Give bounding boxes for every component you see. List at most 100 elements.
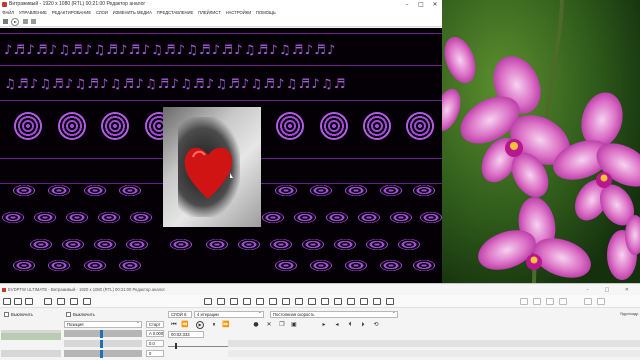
checkbox[interactable] [4, 312, 9, 318]
flip-icon[interactable] [584, 298, 592, 305]
checkbox-label: Выключить [11, 312, 33, 317]
layer-visible-checkbox[interactable]: Выключить [66, 311, 95, 318]
track-handle[interactable] [100, 330, 103, 338]
track-slider[interactable] [64, 340, 142, 347]
time-slider-handle[interactable] [175, 343, 177, 349]
ring-decoration [130, 212, 152, 223]
layer-name-field[interactable]: СЛОЙ 6 [168, 311, 192, 318]
ring-decoration [48, 260, 70, 271]
record-icon[interactable] [31, 19, 36, 24]
menu-edit[interactable]: РЕДАКТИРОВАНИЕ [49, 9, 93, 16]
maximize-button[interactable]: □ [414, 0, 428, 9]
grid-icon[interactable] [347, 298, 355, 305]
close-button[interactable]: ✕ [428, 0, 442, 9]
layers-icon[interactable] [57, 298, 65, 305]
transition-icon[interactable] [360, 298, 368, 305]
ring-decoration [98, 212, 120, 223]
rotate-icon[interactable] [597, 298, 605, 305]
step-icon[interactable] [23, 19, 28, 24]
last-icon[interactable]: ⏵ [359, 321, 367, 329]
menu-control[interactable]: УПРАВЛЕНИЕ [16, 9, 49, 16]
align-right-icon[interactable] [546, 298, 554, 305]
mask-icon[interactable] [282, 298, 290, 305]
gear-icon[interactable] [334, 298, 342, 305]
start-field[interactable]: Старт [146, 321, 164, 328]
editor-window-controls[interactable]: – □ ✕ [586, 285, 636, 295]
align-center-icon[interactable] [533, 298, 541, 305]
add-image-icon[interactable] [217, 298, 225, 305]
prev-icon[interactable]: ◂ [333, 321, 341, 329]
menu-help[interactable]: ПОМОЩЬ [254, 9, 278, 16]
effects-icon[interactable] [269, 298, 277, 305]
first-icon[interactable]: ⏴ [346, 321, 354, 329]
ring-decoration [390, 212, 412, 223]
menu-file[interactable]: ФАЙЛ [0, 9, 16, 16]
camera-icon[interactable] [204, 298, 212, 305]
brush-icon[interactable] [386, 298, 394, 305]
menu-layers[interactable]: СЛОИ [94, 9, 111, 16]
pause-icon[interactable]: ⏸ [210, 321, 218, 329]
audio-icon[interactable] [295, 298, 303, 305]
shape-icon[interactable] [256, 298, 264, 305]
distribute-icon[interactable] [559, 298, 567, 305]
align-left-icon[interactable] [520, 298, 528, 305]
ring-decoration [276, 112, 304, 140]
ring-decoration [294, 212, 316, 223]
time-slider-track[interactable] [168, 346, 228, 347]
orchid-photo-graphic [442, 0, 640, 283]
next-key-icon[interactable]: ▸ [320, 321, 328, 329]
ring-decoration [398, 239, 420, 250]
ring-decoration [406, 112, 434, 140]
step-back-icon[interactable]: ⏪ [181, 321, 189, 329]
property-dropdown[interactable]: Позиция [64, 321, 142, 328]
menu-change-media[interactable]: ИЗМЕНИТЬ МЕДИА [110, 9, 154, 16]
minimize-button[interactable]: – [400, 0, 414, 9]
track-slider[interactable] [64, 350, 142, 357]
ring-decoration [420, 212, 442, 223]
timeline-strip[interactable] [228, 340, 640, 347]
skip-back-icon[interactable]: ⏮ [170, 321, 178, 329]
paste-icon[interactable]: ▣ [290, 321, 298, 329]
track-handle[interactable] [100, 350, 103, 358]
import-icon[interactable] [44, 298, 52, 305]
iterations-dropdown[interactable]: 4 итерации [194, 311, 264, 318]
track-handle[interactable] [100, 340, 103, 348]
timer-icon[interactable] [373, 298, 381, 305]
music-notes-row: ♫♬♪♫♬♪♫♬♪♫♬♪♫♬♪♫♬♪♫♬♪♫♬♪♫♬♪♫♬ [4, 77, 347, 92]
timeline-strip[interactable] [228, 350, 640, 357]
ring-decoration [358, 212, 380, 223]
app-logo-icon [2, 2, 7, 7]
value-field-c[interactable]: 0 [146, 350, 164, 357]
play-button[interactable] [11, 18, 19, 26]
time-field[interactable]: 00:02:333 [168, 331, 204, 338]
menu-playlist[interactable]: ПЛЕЙЛИСТ [196, 9, 224, 16]
crop-icon[interactable] [230, 298, 238, 305]
video-icon[interactable] [308, 298, 316, 305]
ring-decoration [302, 239, 324, 250]
heart-image-layer[interactable] [163, 107, 261, 227]
stop-icon[interactable] [3, 19, 8, 24]
save-icon[interactable] [25, 298, 33, 305]
speed-dropdown[interactable]: Постоянная скорость [270, 311, 398, 318]
step-forward-icon[interactable]: ⏩ [222, 321, 230, 329]
folder-icon[interactable] [70, 298, 78, 305]
track-slider[interactable] [64, 330, 142, 337]
text-icon[interactable] [243, 298, 251, 305]
close-small-icon[interactable]: ✕ [265, 321, 273, 329]
menu-view[interactable]: ПРЕДСТАВЛЕНИЕ [154, 9, 195, 16]
play-icon[interactable]: ▶ [196, 321, 204, 329]
copy-icon[interactable]: ❐ [278, 321, 286, 329]
ring-decoration [94, 239, 116, 250]
new-icon[interactable] [3, 298, 11, 305]
image-icon[interactable] [83, 298, 91, 305]
value-field-b[interactable]: 0.0 [146, 340, 164, 347]
link-icon[interactable] [321, 298, 329, 305]
layer-on-checkbox[interactable]: Выключить [4, 311, 33, 318]
value-field-a[interactable]: A 0.0000 [146, 330, 164, 337]
checkbox[interactable] [66, 312, 71, 318]
ring-decoration [206, 239, 228, 250]
record-dot-icon[interactable]: ● [252, 321, 260, 329]
open-icon[interactable] [14, 298, 22, 305]
loop-icon[interactable]: ⟲ [372, 321, 380, 329]
menu-settings[interactable]: НАСТРОЙКИ [223, 9, 253, 16]
